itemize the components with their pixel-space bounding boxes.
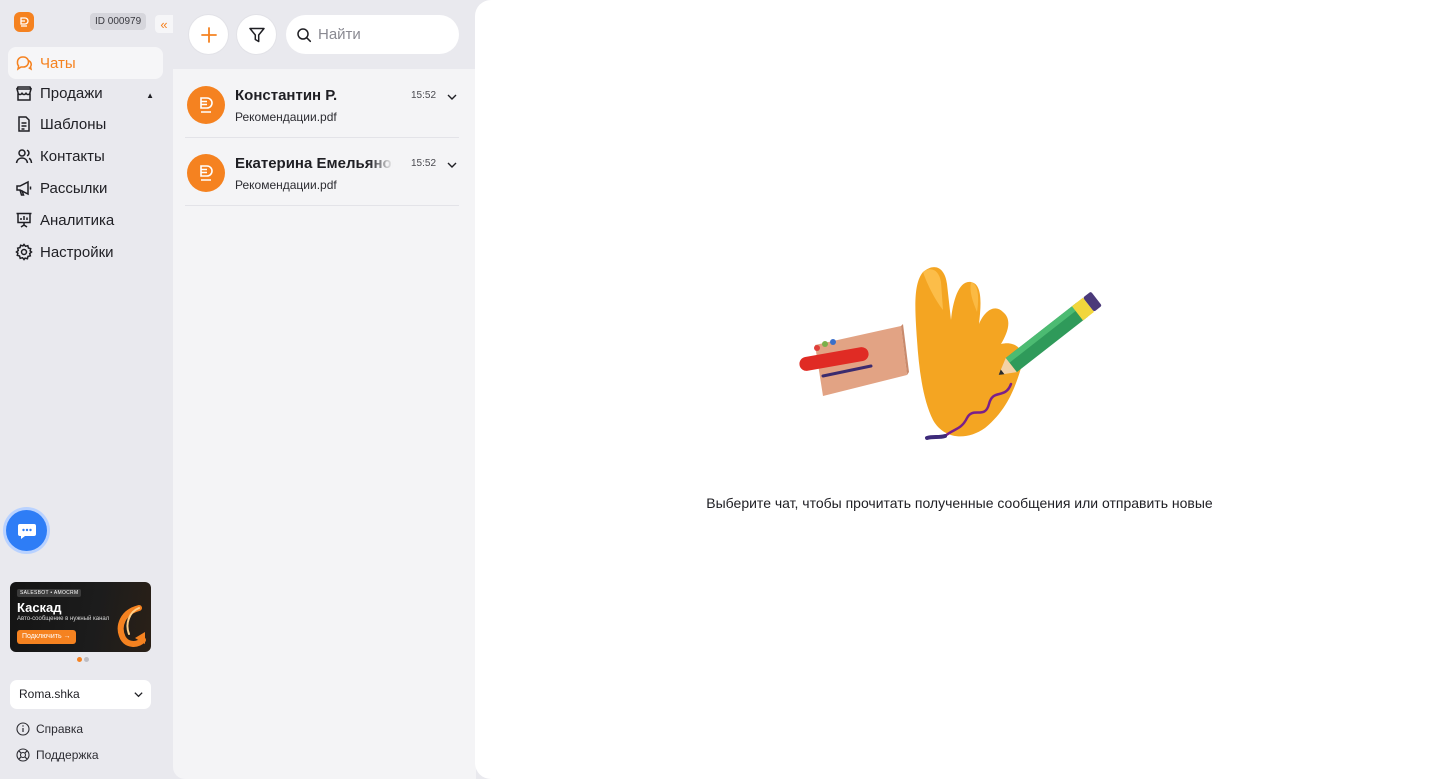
sidebar-item-label: Контакты <box>40 147 105 165</box>
promo-arrow-graphic <box>117 605 146 647</box>
hand-writing-illustration <box>799 267 1102 440</box>
sidebar-item-label: Рассылки <box>40 179 108 197</box>
avatar <box>187 86 225 124</box>
support-chat-button[interactable] <box>6 510 47 551</box>
promo-connect-button[interactable]: Подключить → <box>17 630 76 644</box>
promo-banner[interactable]: SALESBOT • AMOCRM Каскад Авто-сообщение … <box>10 582 151 652</box>
chevron-down-icon <box>134 692 143 698</box>
sidebar-item-chats[interactable]: Чаты <box>8 47 163 79</box>
contacts-icon <box>15 147 33 165</box>
promo-title: Каскад <box>17 600 62 615</box>
chat-last-message: Рекомендации.pdf <box>235 110 337 124</box>
chat-contact-name: Екатерина Емельянова <box>235 155 393 172</box>
help-label: Справка <box>36 722 84 736</box>
logo-icon <box>20 17 29 27</box>
collapse-sidebar-button[interactable]: « <box>155 15 173 33</box>
chat-timestamp: 15:52 <box>411 90 437 101</box>
promo-pagination <box>77 657 89 662</box>
chat-contact-name: Константин Р. <box>235 87 338 104</box>
sidebar-item-templates[interactable]: Шаблоны <box>8 108 163 140</box>
pagination-dot[interactable] <box>84 657 89 662</box>
message-icon <box>17 523 36 539</box>
sidebar-item-label: Шаблоны <box>40 115 107 133</box>
sidebar-item-mailings[interactable]: Рассылки <box>8 172 163 204</box>
store-icon <box>15 85 33 103</box>
caret-up-icon: ▲ <box>146 91 154 100</box>
avatar <box>187 154 225 192</box>
sidebar-item-label: Аналитика <box>40 211 115 229</box>
account-select-value: Roma.shka <box>19 687 80 701</box>
chevron-down-icon[interactable] <box>446 159 458 171</box>
gear-icon <box>15 243 33 261</box>
account-id-badge: ID 000979 <box>90 13 147 30</box>
chat-timestamp: 15:52 <box>411 158 437 169</box>
presentation-icon <box>15 211 33 229</box>
support-label: Поддержка <box>36 748 99 762</box>
pagination-dot-active[interactable] <box>77 657 82 662</box>
filter-button[interactable] <box>237 15 276 54</box>
chat-view-empty: Выберите чат, чтобы прочитать полученные… <box>475 0 1440 779</box>
sidebar: ID 000979 « Чаты Продажи ▲ Шаблоны Конта… <box>0 0 173 779</box>
sidebar-item-contacts[interactable]: Контакты <box>8 140 163 172</box>
sidebar-item-settings[interactable]: Настройки <box>8 236 163 268</box>
promo-tag: SALESBOT • AMOCRM <box>17 589 82 597</box>
logo[interactable] <box>14 12 34 32</box>
search-input[interactable] <box>318 26 448 43</box>
sidebar-item-label: Настройки <box>40 243 114 261</box>
logo-icon <box>200 97 213 113</box>
chevron-down-icon[interactable] <box>446 91 458 103</box>
chat-last-message: Рекомендации.pdf <box>235 178 337 192</box>
empty-state-message: Выберите чат, чтобы прочитать полученные… <box>706 495 1213 511</box>
promo-subtitle: Авто-сообщение в нужный канал <box>17 616 110 622</box>
chat-list-panel: Константин Р. 15:52 Рекомендации.pdf Ека… <box>173 0 476 779</box>
search-box[interactable] <box>286 15 459 54</box>
chat-icon <box>15 54 33 72</box>
sidebar-item-analytics[interactable]: Аналитика <box>8 204 163 236</box>
sidebar-item-label: Чаты <box>40 54 76 72</box>
lifebuoy-icon <box>16 748 30 762</box>
document-icon <box>15 115 33 133</box>
chat-list-toolbar <box>173 0 476 69</box>
sidebar-item-label: Продажи <box>40 85 103 102</box>
info-icon <box>16 722 30 736</box>
logo-icon <box>200 165 213 181</box>
search-icon <box>297 27 312 42</box>
new-chat-button[interactable] <box>189 15 228 54</box>
chat-list-item[interactable]: Екатерина Емельянова 15:52 Рекомендации.… <box>185 138 459 206</box>
sidebar-item-sales[interactable]: Продажи ▲ <box>8 79 163 108</box>
filter-icon <box>248 27 265 42</box>
support-link[interactable]: Поддержка <box>16 747 99 763</box>
chat-list-item[interactable]: Константин Р. 15:52 Рекомендации.pdf <box>185 70 459 138</box>
help-link[interactable]: Справка <box>16 721 83 737</box>
account-select[interactable]: Roma.shka <box>10 680 151 709</box>
sidebar-nav: Чаты Продажи ▲ Шаблоны Контакты Рассылки… <box>8 47 163 268</box>
plus-icon <box>200 26 217 43</box>
megaphone-icon <box>15 179 33 197</box>
